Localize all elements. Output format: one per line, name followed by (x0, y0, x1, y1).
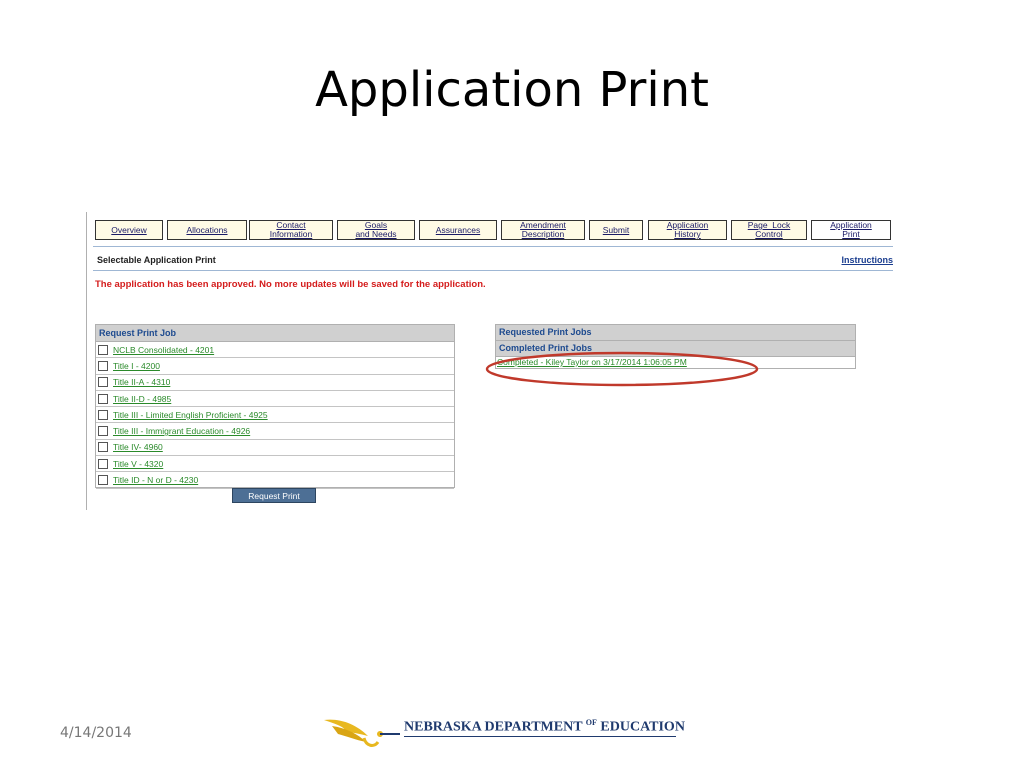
print-job-link[interactable]: Title ID - N or D - 4230 (113, 475, 198, 485)
tab-overview[interactable]: Overview (95, 220, 163, 240)
footer-date: 4/14/2014 (60, 725, 132, 741)
tab-label: Allocations (186, 224, 228, 235)
tab-label: Submit (602, 224, 630, 235)
tab-amendment-description[interactable]: Amendment Description (501, 220, 585, 240)
slide-title: Application Print (315, 62, 709, 118)
tab-application-history[interactable]: Application History (648, 220, 727, 240)
tab-label: History (674, 229, 701, 239)
logo-wordmark: NEBRASKA DEPARTMENT OF EDUCATION (404, 718, 685, 736)
print-job-link[interactable]: Title III - Limited English Proficient -… (113, 410, 268, 420)
tab-label: Control (755, 229, 783, 239)
approval-alert: The application has been approved. No mo… (95, 279, 486, 290)
print-job-link[interactable]: Title V - 4320 (113, 459, 163, 469)
request-print-button[interactable]: Request Print (232, 488, 316, 503)
print-job-list: NCLB Consolidated - 4201 Title I - 4200 Ti… (96, 342, 454, 489)
print-job-link[interactable]: Title IV- 4960 (113, 442, 163, 452)
application-print-screenshot: Overview Allocations Contact Information… (86, 212, 897, 510)
print-job-link[interactable]: Title II-D - 4985 (113, 394, 171, 404)
completed-job-link[interactable]: Completed - Kiley Taylor on 3/17/2014 1:… (496, 357, 855, 368)
print-job-row: Title IV- 4960 (96, 440, 454, 457)
print-job-row: Title II-A - 4310 (96, 375, 454, 391)
print-job-checkbox[interactable] (98, 393, 108, 404)
print-job-row: Title ID - N or D - 4230 (96, 472, 454, 489)
tab-assurances[interactable]: Assurances (419, 220, 497, 240)
nebraska-education-logo-icon (324, 719, 400, 747)
completed-jobs-header: Completed Print Jobs (496, 341, 855, 357)
tab-label: Overview (111, 224, 147, 235)
tab-label: and Needs (355, 229, 397, 239)
logo-text: OF (585, 718, 597, 727)
print-job-row: Title V - 4320 (96, 456, 454, 473)
print-job-row: Title III - Limited English Proficient -… (96, 407, 454, 424)
tab-goals-and-needs[interactable]: Goals and Needs (337, 220, 415, 240)
print-job-checkbox[interactable] (98, 409, 108, 420)
request-print-header: Request Print Job (96, 325, 454, 342)
tab-submit[interactable]: Submit (589, 220, 643, 240)
tab-label: Description (521, 229, 565, 239)
divider (93, 246, 893, 247)
tab-label: Information (269, 229, 313, 239)
tab-label: Print (842, 229, 860, 239)
requested-print-jobs-panel: Requested Print Jobs Completed Print Job… (495, 324, 856, 369)
print-job-checkbox[interactable] (98, 344, 108, 355)
tab-allocations[interactable]: Allocations (167, 220, 247, 240)
tab-label: Assurances (435, 224, 481, 235)
print-job-row: NCLB Consolidated - 4201 (96, 342, 454, 359)
divider (93, 270, 893, 271)
print-job-link[interactable]: Title III - Immigrant Education - 4926 (113, 426, 250, 436)
print-job-row: Title I - 4200 (96, 358, 454, 375)
tab-application-print[interactable]: Application Print (811, 220, 891, 240)
request-print-panel: Request Print Job NCLB Consolidated - 42… (95, 324, 455, 489)
tab-contact-information[interactable]: Contact Information (249, 220, 333, 240)
tab-page-lock-control[interactable]: Page Lock Control (731, 220, 807, 240)
print-job-checkbox[interactable] (98, 442, 108, 453)
print-job-row: Title II-D - 4985 (96, 391, 454, 408)
requested-jobs-header: Requested Print Jobs (496, 325, 855, 341)
instructions-link[interactable]: Instructions (841, 255, 893, 265)
print-job-link[interactable]: Title II-A - 4310 (113, 377, 170, 387)
print-job-checkbox[interactable] (98, 377, 108, 388)
print-job-checkbox[interactable] (98, 426, 108, 437)
logo-underline (404, 736, 676, 737)
print-job-checkbox[interactable] (98, 475, 108, 486)
print-job-link[interactable]: NCLB Consolidated - 4201 (113, 345, 214, 355)
print-job-checkbox[interactable] (98, 458, 108, 469)
logo-text: EDUCATION (600, 719, 685, 735)
section-title: Selectable Application Print (97, 255, 216, 265)
print-job-checkbox[interactable] (98, 360, 108, 371)
logo-text: NEBRASKA DEPARTMENT (404, 719, 583, 735)
print-job-link[interactable]: Title I - 4200 (113, 361, 160, 371)
print-job-row: Title III - Immigrant Education - 4926 (96, 423, 454, 440)
